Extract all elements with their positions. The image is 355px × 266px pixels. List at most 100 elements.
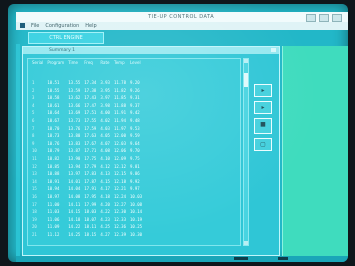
table-row[interactable]: 20 11.09 14.22 18.11 4.25 12.36 10.25 — [30, 223, 144, 231]
table-cell: 17.99 — [84, 201, 97, 207]
table-cell: 13.59 — [68, 87, 81, 93]
toolbar-button[interactable]: CTRL ENGINE — [28, 32, 104, 44]
side-button-4[interactable]: ▢ — [254, 138, 272, 151]
table-cell: 1 — [32, 80, 35, 85]
table-row[interactable]: 19 11.06 14.18 18.07 4.23 12.33 10.19 — [30, 216, 144, 224]
table-cell: 11.97 — [113, 125, 126, 131]
menu-configuration[interactable]: Configuration — [45, 22, 79, 30]
menu-file[interactable]: File — [31, 22, 39, 30]
side-button-1[interactable]: ▸ — [254, 84, 272, 97]
scroll-thumb[interactable] — [244, 73, 248, 87]
table-cell: 10.85 — [47, 163, 60, 169]
scroll-down-arrow-icon[interactable] — [244, 241, 248, 245]
table-cell: 12.21 — [113, 186, 126, 192]
table-row[interactable]: 11 10.82 13.90 17.75 4.10 12.09 9.75 — [30, 155, 144, 163]
table-cell: 11.00 — [47, 201, 60, 207]
table-cell: 17.71 — [84, 148, 97, 154]
table-row[interactable]: 7 10.70 13.76 17.59 4.03 11.97 9.53 — [30, 125, 144, 133]
col-header[interactable]: Serial — [30, 60, 45, 79]
close-button[interactable] — [332, 14, 342, 22]
table-cell: 4.23 — [100, 216, 110, 222]
table-row[interactable]: 12 10.85 13.94 17.79 4.12 12.12 9.81 — [30, 163, 144, 171]
table-cell: 4.20 — [100, 201, 110, 207]
table-cell: 17.91 — [84, 186, 97, 192]
table-row[interactable]: 1 10.51 13.55 17.34 3.93 11.78 9.20 — [30, 79, 144, 87]
table-cell: 13.55 — [68, 80, 81, 85]
table-row[interactable]: 17 11.00 14.11 17.99 4.20 12.27 10.08 — [30, 201, 144, 209]
data-window: Summary 1 Serial Program Time Freq Rate … — [22, 46, 280, 256]
monitor-screen: TIE-UP CONTROL DATA File Configuration H… — [8, 4, 348, 262]
table-cell: 10.14 — [130, 209, 143, 215]
col-header[interactable]: Level — [128, 60, 144, 79]
table-row[interactable]: 5 10.64 13.69 17.51 4.00 11.91 9.42 — [30, 109, 144, 117]
vertical-scrollbar[interactable] — [243, 58, 249, 246]
side-button-2[interactable]: ▸ — [254, 101, 272, 114]
table-row[interactable]: 2 10.55 13.59 17.38 3.95 11.82 9.26 — [30, 87, 144, 95]
table-row[interactable]: 15 10.94 14.04 17.91 4.17 12.21 9.97 — [30, 185, 144, 193]
table-cell: 4.13 — [100, 171, 110, 177]
menu-help[interactable]: Help — [85, 22, 96, 30]
table-cell: 11.91 — [113, 110, 126, 116]
table-cell: 9.64 — [130, 140, 140, 146]
table-cell: 4.12 — [100, 163, 110, 169]
table-row[interactable]: 21 11.12 14.25 18.15 4.27 12.39 10.30 — [30, 231, 144, 239]
table-row[interactable]: 3 10.58 13.62 17.43 3.97 11.85 9.31 — [30, 94, 144, 102]
col-header[interactable]: Temp — [112, 60, 128, 79]
table-cell: 9.92 — [130, 178, 140, 184]
table-row[interactable]: 18 11.03 14.15 18.03 4.22 12.30 10.14 — [30, 208, 144, 216]
minimize-button[interactable] — [306, 14, 316, 22]
table-row[interactable]: 6 10.67 13.73 17.55 4.02 11.94 9.48 — [30, 117, 144, 125]
table-cell: 14 — [32, 178, 37, 184]
table-cell: 9.75 — [130, 155, 140, 161]
table-cell: 13.76 — [68, 125, 81, 131]
table-cell: 18.11 — [84, 224, 97, 230]
side-button-3[interactable]: ■ — [254, 118, 272, 134]
scroll-up-arrow-icon[interactable] — [244, 59, 248, 63]
table-cell: 12 — [32, 163, 37, 169]
col-header[interactable]: Freq — [82, 60, 98, 79]
table-cell: 9.48 — [130, 117, 140, 123]
app-icon — [20, 23, 25, 28]
table-cell: 8 — [32, 133, 35, 139]
table-cell: 9.31 — [130, 95, 140, 101]
table-cell: 6 — [32, 117, 35, 123]
table-cell: 10.19 — [130, 216, 143, 222]
table-cell: 17.87 — [84, 178, 97, 184]
table-row[interactable]: 14 10.91 14.01 17.87 4.15 12.18 9.92 — [30, 178, 144, 186]
table-cell: 12.12 — [113, 163, 126, 169]
table-header-row: Serial Program Time Freq Rate Temp Level — [30, 60, 144, 79]
col-header[interactable]: Program — [45, 60, 66, 79]
col-header[interactable]: Time — [66, 60, 82, 79]
col-header[interactable]: Rate — [98, 60, 112, 79]
table-cell: 13.73 — [68, 117, 81, 123]
desktop-strip — [16, 44, 20, 259]
table-cell: 11.85 — [113, 95, 126, 101]
table-row[interactable]: 10 10.79 13.87 17.71 4.08 12.06 9.70 — [30, 147, 144, 155]
table-cell: 10.58 — [47, 95, 60, 101]
table-cell: 17.67 — [84, 140, 97, 146]
table-cell: 10.82 — [47, 155, 60, 161]
maximize-button[interactable] — [319, 14, 329, 22]
table-cell: 13.66 — [68, 102, 81, 108]
table-cell: 17.83 — [84, 171, 97, 177]
table-row[interactable]: 8 10.73 13.80 17.63 4.05 12.00 9.59 — [30, 132, 144, 140]
table-cell: 12.36 — [113, 224, 126, 230]
table-cell: 10.76 — [47, 140, 60, 146]
table-cell: 14.18 — [68, 216, 81, 222]
table-row[interactable]: 9 10.76 13.83 17.67 4.07 12.03 9.64 — [30, 140, 144, 148]
table-row[interactable]: 16 10.97 14.08 17.95 4.18 12.24 10.03 — [30, 193, 144, 201]
table-cell: 18 — [32, 209, 37, 215]
table-cell: 12.30 — [113, 209, 126, 215]
table-cell: 9.70 — [130, 148, 140, 154]
data-table: Serial Program Time Freq Rate Temp Level… — [30, 60, 144, 239]
table-cell: 13.69 — [68, 110, 81, 116]
table-cell: 2 — [32, 87, 35, 93]
table-row[interactable]: 4 10.61 13.66 17.47 3.98 11.88 9.37 — [30, 102, 144, 110]
document-close-button[interactable] — [271, 48, 276, 52]
table-cell: 3.98 — [100, 102, 110, 108]
table-cell: 4.02 — [100, 117, 110, 123]
table-cell: 17.38 — [84, 87, 97, 93]
window-controls — [306, 12, 342, 22]
table-row[interactable]: 13 10.88 13.97 17.83 4.13 12.15 9.86 — [30, 170, 144, 178]
table-cell: 13.80 — [68, 133, 81, 139]
